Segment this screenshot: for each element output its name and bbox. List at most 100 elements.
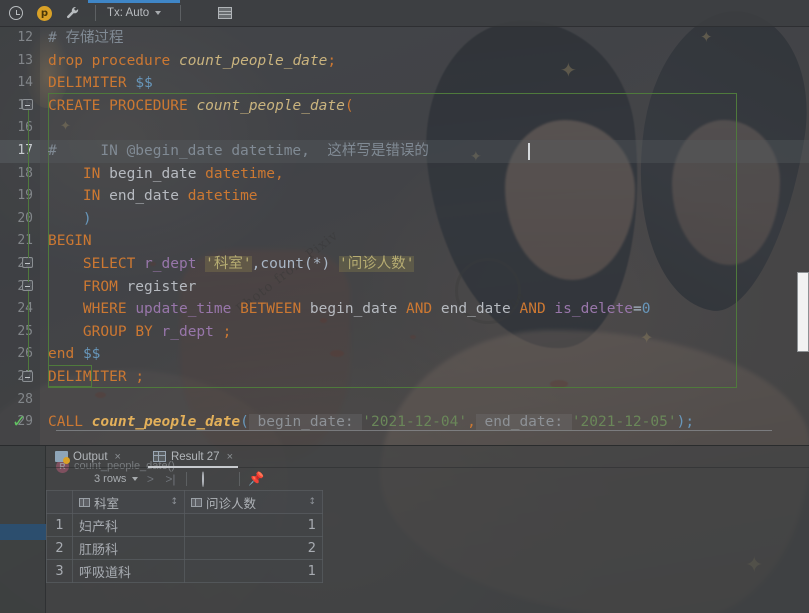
data-source-button[interactable] (213, 0, 237, 27)
cell-count[interactable]: 2 (184, 536, 323, 560)
wrench-icon (62, 2, 84, 24)
column-header-dept[interactable]: 科室 ↕ (72, 490, 185, 514)
profile-button[interactable]: p (32, 0, 57, 27)
cell-count[interactable]: 1 (184, 513, 323, 537)
chevron-down-icon (132, 477, 139, 481)
keyword-where: WHERE (82, 301, 127, 318)
delimiter-dollar: $$ (135, 75, 153, 92)
code-line-14[interactable]: DELIMITER $$ (48, 72, 153, 95)
column-r-dept-2: r_dept (161, 323, 214, 340)
line-number: 13 (17, 52, 33, 68)
call-arg-end-date: '2021-12-05' (571, 414, 677, 431)
column-update-time: update_time (135, 301, 232, 318)
editor-gutter[interactable]: 12 13 14 15 16 17 18 19 20 21 22 23 24 2… (0, 27, 40, 445)
tab-result-27[interactable]: Result 27 × (144, 446, 242, 468)
line-number: 27 (0, 366, 40, 389)
param-ref-begin: begin_date (309, 301, 398, 318)
active-tab-accent-bar (88, 0, 180, 3)
row-count-dropdown[interactable]: 3 rows (94, 473, 139, 485)
fold-marker-begin[interactable] (22, 257, 33, 268)
equals-sign: = (633, 301, 642, 318)
sort-icon[interactable]: ↕ (308, 497, 316, 507)
close-icon[interactable]: × (115, 451, 121, 463)
green-check-icon[interactable]: ✓ (12, 411, 30, 434)
keyword-drop: drop (48, 52, 83, 69)
keyword-end: end (48, 346, 75, 363)
last-page-icon[interactable]: >| (162, 472, 178, 486)
code-line-24[interactable]: WHERE update_time BETWEEN begin_date AND… (48, 298, 651, 321)
keyword-delimiter-2: DELIMITER (48, 369, 127, 385)
identifier-procedure-name-2: count_people_date (196, 97, 345, 114)
code-line-23[interactable]: FROM register (48, 276, 197, 299)
keyword-in-1: IN (82, 165, 101, 182)
column-is-delete: is_delete (554, 301, 633, 318)
tab-output[interactable]: Output × (46, 446, 130, 468)
transaction-mode-dropdown[interactable]: Tx: Auto (102, 0, 166, 27)
history-button[interactable] (0, 0, 32, 27)
keyword-group: GROUP (82, 323, 127, 340)
alias-count-string: '问诊人数' (338, 256, 415, 272)
keyword-select: SELECT (82, 256, 136, 272)
code-line-18[interactable]: IN begin_date datetime, (48, 163, 284, 186)
code-line-17-active[interactable]: # IN @begin_date datetime, 这样写是错误的 (40, 140, 809, 163)
toolbar-divider (95, 5, 96, 21)
sql-editor[interactable]: 12 13 14 15 16 17 18 19 20 21 22 23 24 2… (0, 27, 809, 473)
param-ref-end: end_date (440, 301, 511, 318)
code-line-21[interactable]: BEGIN (48, 230, 92, 253)
settings-button[interactable] (57, 0, 89, 27)
code-line-12[interactable]: # 存储过程 (48, 27, 123, 50)
keyword-and-2: AND (519, 301, 546, 318)
table-row[interactable]: 2 肛肠科 2 (46, 536, 323, 560)
next-page-icon[interactable]: > (142, 472, 158, 486)
tab-output-label: Output (73, 450, 108, 463)
code-text-area[interactable]: # 存储过程 drop procedure count_people_date;… (40, 27, 809, 473)
keyword-in-2: IN (82, 188, 101, 205)
column-header-count[interactable]: 问诊人数 ↕ (184, 490, 323, 514)
table-register: register (126, 278, 197, 295)
line-number: 19 (17, 188, 33, 204)
cell-dept[interactable]: 呼吸道科 (72, 559, 185, 583)
output-icon (55, 451, 70, 464)
editor-scrollbar-thumb[interactable] (797, 272, 809, 352)
fold-marker-create[interactable] (22, 99, 33, 110)
line-number: 21 (17, 233, 33, 249)
line-number: 18 (17, 165, 33, 181)
table-row[interactable]: 3 呼吸道科 1 (46, 559, 323, 583)
code-line-26[interactable]: end $$ (48, 343, 100, 366)
call-tail: ); (676, 414, 695, 431)
row-number: 1 (46, 513, 73, 537)
results-grid[interactable]: 科室 ↕ 问诊人数 ↕ 1 妇产科 1 2 肛肠科 2 3 呼吸道科 1 (46, 490, 809, 613)
identifier-procedure-name: count_people_date (178, 52, 328, 69)
line-number: 25 (17, 323, 33, 339)
line-number: 28 (17, 391, 33, 407)
keyword-delimiter: DELIMITER (48, 75, 127, 92)
code-line-27[interactable]: DELIMITER ; (48, 366, 144, 389)
code-line-22[interactable]: SELECT r_dept '科室',count(*) '问诊人数' (48, 253, 415, 276)
column-icon (79, 497, 90, 507)
column-icon (191, 497, 202, 507)
function-args: (*) (304, 256, 331, 272)
code-line-15[interactable]: CREATE PROCEDURE count_people_date( (48, 95, 354, 118)
clock-icon (5, 2, 27, 24)
code-line-20[interactable]: ) (48, 208, 92, 231)
pin-icon[interactable]: 📌 (248, 471, 264, 487)
refresh-icon[interactable] (195, 471, 211, 487)
table-grid-icon (218, 7, 233, 19)
column-header-count-label: 问诊人数 (206, 495, 257, 511)
type-datetime-1: datetime, (205, 165, 284, 182)
column-header-dept-label: 科室 (94, 495, 120, 511)
code-line-19[interactable]: IN end_date datetime (48, 185, 258, 208)
comment-token-2: # IN @begin_date datetime, 这样写是错误的 (48, 143, 429, 159)
cell-dept[interactable]: 肛肠科 (72, 536, 185, 560)
code-line-25[interactable]: GROUP BY r_dept ; (48, 321, 231, 344)
cell-count[interactable]: 1 (184, 559, 323, 583)
table-row[interactable]: 1 妇产科 1 (46, 513, 323, 537)
call-comma: , (467, 414, 476, 431)
fold-marker-end[interactable] (22, 371, 33, 382)
cell-dept[interactable]: 妇产科 (72, 513, 185, 537)
code-line-13[interactable]: drop procedure count_people_date; (48, 50, 336, 73)
row-number: 2 (46, 536, 73, 560)
close-icon[interactable]: × (227, 451, 233, 463)
sort-icon[interactable]: ↕ (170, 497, 178, 507)
keyword-procedure: procedure (91, 52, 171, 69)
